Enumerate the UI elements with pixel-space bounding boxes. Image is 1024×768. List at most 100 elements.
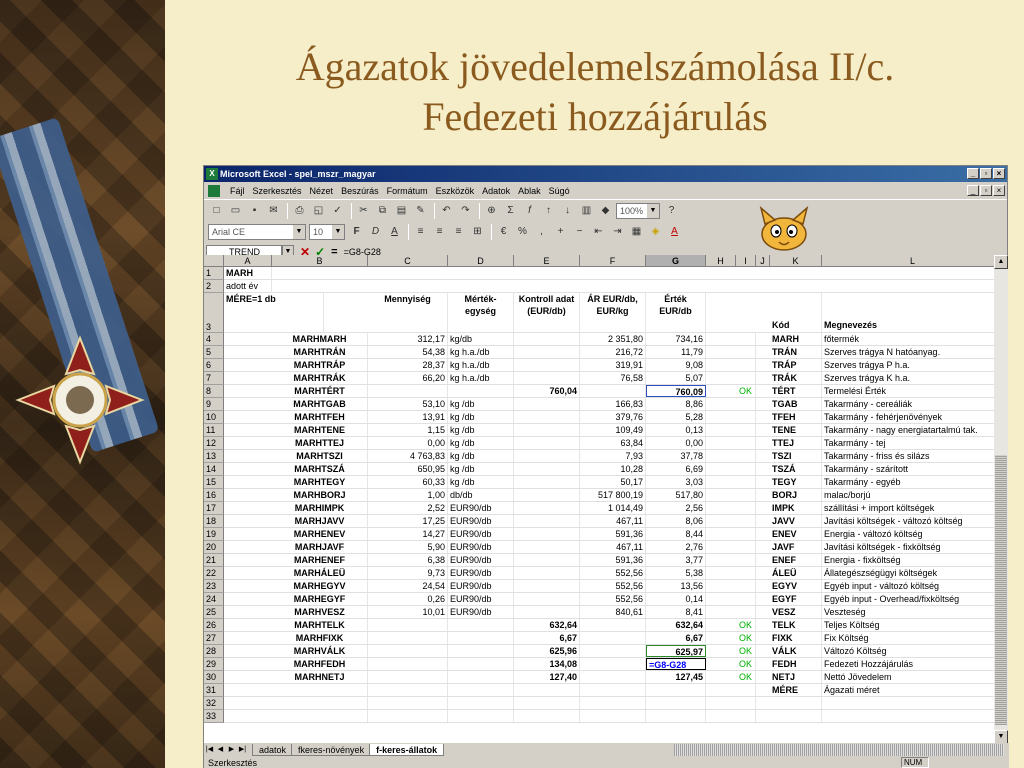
cell-quantity[interactable]	[368, 684, 448, 696]
cell-value[interactable]: 0,14	[646, 593, 706, 605]
cell-megnevezes[interactable]: Takarmány - szárított	[822, 463, 994, 475]
cell-kod[interactable]	[770, 710, 822, 722]
cell-kod[interactable]: TELK	[770, 619, 822, 631]
header-kontroll[interactable]: Kontroll adat (EUR/db)	[514, 293, 580, 332]
cell-code[interactable]: MARHIMPK	[272, 502, 368, 514]
cell-price[interactable]: 591,36	[580, 554, 646, 566]
next-sheet-icon[interactable]: ▶	[226, 744, 237, 756]
row-header[interactable]: 23	[204, 580, 224, 593]
cell-control[interactable]	[514, 359, 580, 371]
cell-kod[interactable]: TSZÁ	[770, 463, 822, 475]
cell-control[interactable]	[514, 437, 580, 449]
cell-check[interactable]	[736, 606, 756, 618]
cell-check[interactable]	[736, 580, 756, 592]
last-sheet-icon[interactable]: ▶|	[237, 744, 248, 756]
cell-megnevezes[interactable]: Energia - változó költség	[822, 528, 994, 540]
doc-restore-button[interactable]: ▫	[980, 185, 992, 196]
cell-value[interactable]: 2,76	[646, 541, 706, 553]
header-ar[interactable]: ÁR EUR/db, EUR/kg	[580, 293, 646, 332]
cell-unit[interactable]: db/db	[448, 489, 514, 501]
new-icon[interactable]: □	[208, 203, 225, 219]
cell-code[interactable]: MARHTRÁP	[272, 359, 368, 371]
cell-price[interactable]: 10,28	[580, 463, 646, 475]
cell-value[interactable]: 8,41	[646, 606, 706, 618]
undo-icon[interactable]: ↶	[438, 203, 455, 219]
cell-unit[interactable]	[448, 632, 514, 644]
header-megnevezes[interactable]: Megnevezés	[822, 293, 994, 332]
cell-code[interactable]	[272, 710, 368, 722]
cell-unit[interactable]	[448, 645, 514, 657]
cell-control[interactable]: 625,96	[514, 645, 580, 657]
cell-control[interactable]	[514, 697, 580, 709]
cell-unit[interactable]: kg h.a./db	[448, 359, 514, 371]
cell-quantity[interactable]: 53,10	[368, 398, 448, 410]
cell-kod[interactable]: EGYF	[770, 593, 822, 605]
cell-kod[interactable]: TTEJ	[770, 437, 822, 449]
column-header-a[interactable]: A	[224, 255, 272, 267]
cell-code[interactable]: MARHTSZÁ	[272, 463, 368, 475]
cell-kod[interactable]: TSZI	[770, 450, 822, 462]
cell-unit[interactable]: kg h.a./db	[448, 346, 514, 358]
cell-price[interactable]: 552,56	[580, 593, 646, 605]
cell-value[interactable]: 3,77	[646, 554, 706, 566]
cell-megnevezes[interactable]: Javítási költségek - változó költség	[822, 515, 994, 527]
cell-kod[interactable]: EGYV	[770, 580, 822, 592]
cell-check[interactable]	[736, 463, 756, 475]
menu-format[interactable]: Formátum	[383, 186, 432, 196]
cell-price[interactable]: 109,49	[580, 424, 646, 436]
row-header[interactable]: 31	[204, 684, 224, 697]
cell-unit[interactable]	[448, 658, 514, 670]
cell-price[interactable]: 7,93	[580, 450, 646, 462]
cell-quantity[interactable]: 17,25	[368, 515, 448, 527]
cell-price[interactable]	[580, 632, 646, 644]
redo-icon[interactable]: ↷	[457, 203, 474, 219]
menu-tools[interactable]: Eszközök	[432, 186, 479, 196]
cell-value[interactable]: 625,97	[646, 645, 706, 657]
cell-kod[interactable]: BORJ	[770, 489, 822, 501]
cell-quantity[interactable]: 1,15	[368, 424, 448, 436]
cell-control[interactable]	[514, 684, 580, 696]
row-header[interactable]: 24	[204, 593, 224, 606]
cell-code[interactable]: MARHTÉRT	[272, 385, 368, 397]
cell-check[interactable]	[736, 684, 756, 696]
cell-check[interactable]	[736, 541, 756, 553]
currency-icon[interactable]: €	[495, 224, 512, 240]
cell-price[interactable]: 2 351,80	[580, 333, 646, 345]
menu-insert[interactable]: Beszúrás	[337, 186, 383, 196]
cell-code[interactable]: MARHMARH	[272, 333, 368, 345]
worksheet-grid[interactable]: A B C D E F G H I J K L 1 MARH 2 adott év 3 MÉRE=1 db Menn…	[204, 255, 994, 744]
cell-check[interactable]	[736, 528, 756, 540]
cell-kod[interactable]: TÉRT	[770, 385, 822, 397]
increase-decimal-icon[interactable]: +	[552, 224, 569, 240]
cell-unit[interactable]	[448, 697, 514, 709]
cell-value[interactable]: 3,03	[646, 476, 706, 488]
function-icon[interactable]: f	[521, 203, 538, 219]
cell-megnevezes[interactable]: főtermék	[822, 333, 994, 345]
bold-icon[interactable]: F	[348, 224, 365, 240]
cell-value[interactable]: 632,64	[646, 619, 706, 631]
cell-price[interactable]: 379,76	[580, 411, 646, 423]
cell-megnevezes[interactable]: Fedezeti Hozzájárulás	[822, 658, 994, 670]
cell-price[interactable]: 63,84	[580, 437, 646, 449]
cell-code[interactable]: MARHENEF	[272, 554, 368, 566]
cell-control[interactable]	[514, 450, 580, 462]
row-header[interactable]: 19	[204, 528, 224, 541]
cell-check[interactable]	[736, 710, 756, 722]
cell-code[interactable]: MARHFIXK	[272, 632, 368, 644]
cell-value[interactable]: 8,44	[646, 528, 706, 540]
cell-value[interactable]: 5,28	[646, 411, 706, 423]
cell-code[interactable]	[272, 684, 368, 696]
cell-control[interactable]	[514, 333, 580, 345]
cell-unit[interactable]: kg /db	[448, 450, 514, 462]
italic-icon[interactable]: D	[367, 224, 384, 240]
header-kod[interactable]: Kód	[770, 293, 822, 332]
borders-icon[interactable]: ▦	[628, 224, 645, 240]
cell-check[interactable]	[736, 593, 756, 605]
cell-kod[interactable]: TGAB	[770, 398, 822, 410]
cell-unit[interactable]: EUR90/db	[448, 567, 514, 579]
cell-unit[interactable]: EUR90/db	[448, 515, 514, 527]
underline-icon[interactable]: A	[386, 224, 403, 240]
row-header[interactable]: 13	[204, 450, 224, 463]
cell-control[interactable]: 760,04	[514, 385, 580, 397]
menu-data[interactable]: Adatok	[478, 186, 514, 196]
